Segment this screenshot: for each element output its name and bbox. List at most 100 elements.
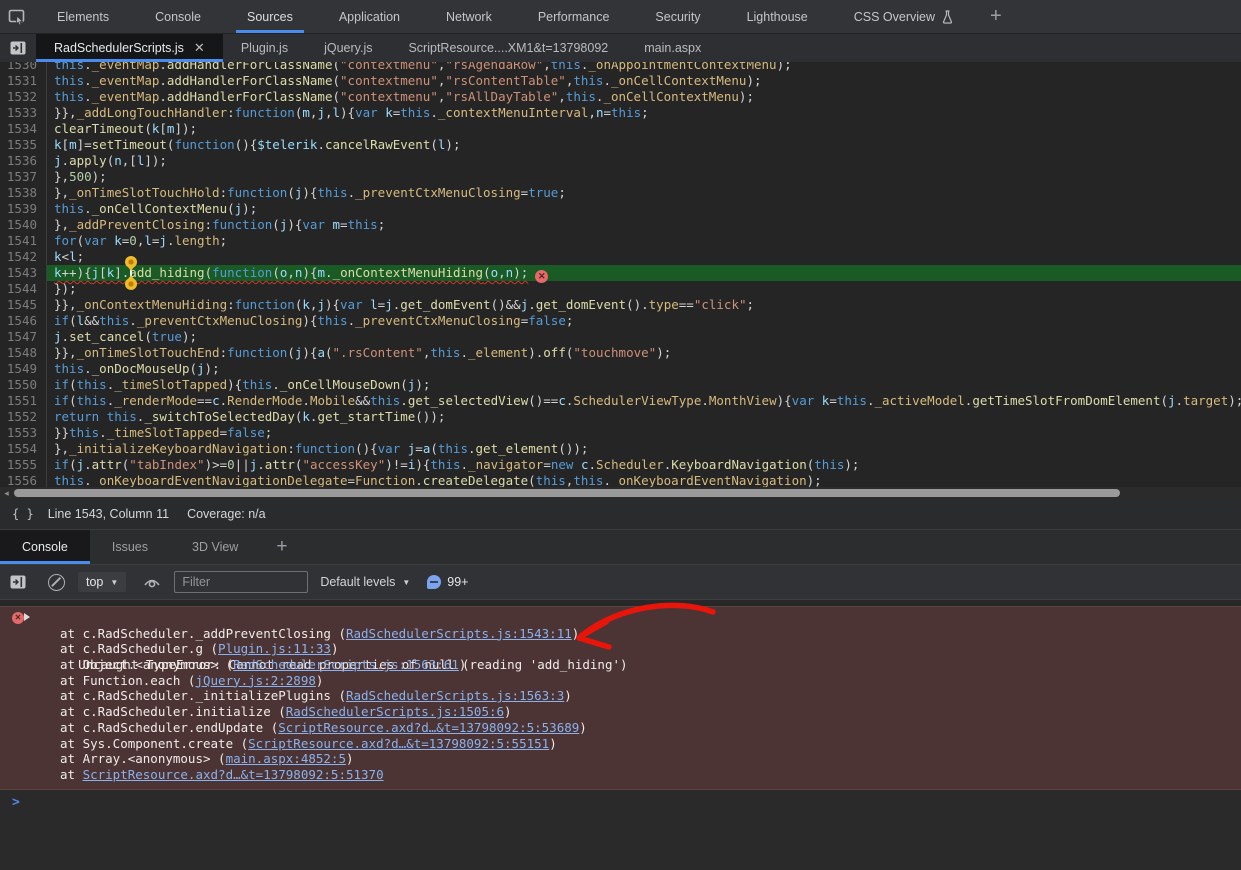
stack-frame-link[interactable]: RadSchedulerScripts.js:1505:6 (286, 704, 504, 719)
line-number[interactable]: 1551 (0, 393, 47, 409)
line-number[interactable]: 1550 (0, 377, 47, 393)
stack-frame-link[interactable]: RadSchedulerScripts.js:1563:61 (233, 657, 459, 672)
horizontal-scrollbar[interactable]: ◂ (0, 487, 1241, 499)
code-line[interactable]: 1538},_onTimeSlotTouchHold:function(j){t… (0, 185, 1241, 201)
main-tab-css-overview[interactable]: CSS Overview (831, 0, 976, 33)
file-tab[interactable]: Plugin.js (223, 34, 306, 62)
line-number[interactable]: 1547 (0, 329, 47, 345)
line-number[interactable]: 1532 (0, 89, 47, 105)
main-tab-application[interactable]: Application (316, 0, 423, 33)
stack-frame-link[interactable]: ScriptResource.axd?d…&t=13798092:5:55151 (248, 736, 549, 751)
error-message-row[interactable]: ✕ Uncaught TypeError: Cannot read proper… (0, 610, 1241, 626)
main-tab-security[interactable]: Security (632, 0, 723, 33)
javascript-context-dropdown[interactable]: top ▼ (78, 572, 126, 592)
code-line[interactable]: 1543k++){j[k].add_hiding(function(o,n){m… (0, 265, 1241, 281)
create-live-expression-icon[interactable] (143, 576, 161, 588)
line-number[interactable]: 1539 (0, 201, 47, 217)
code-line[interactable]: 1550if(this._timeSlotTapped){this._onCel… (0, 377, 1241, 393)
line-number[interactable]: 1530 (0, 62, 47, 73)
navigator-panel-toggle-icon[interactable] (0, 34, 36, 62)
code-line[interactable]: 1555if(j.attr("tabIndex")>=0||j.attr("ac… (0, 457, 1241, 473)
code-line[interactable]: 1537},500); (0, 169, 1241, 185)
line-number[interactable]: 1536 (0, 153, 47, 169)
stack-frame-link[interactable]: Plugin.js:11:33 (218, 641, 331, 656)
code-line[interactable]: 1545}},_onContextMenuHiding:function(k,j… (0, 297, 1241, 313)
more-tabs-button[interactable]: + (976, 5, 1016, 28)
stack-frame-link[interactable]: RadSchedulerScripts.js:1563:3 (346, 688, 564, 703)
pretty-print-icon[interactable]: { } (12, 507, 34, 521)
line-number[interactable]: 1540 (0, 217, 47, 233)
expand-triangle-icon[interactable] (24, 613, 30, 621)
file-tab[interactable]: ScriptResource....XM1&t=13798092 (390, 34, 626, 62)
line-number[interactable]: 1552 (0, 409, 47, 425)
line-number[interactable]: 1544 (0, 281, 47, 297)
code-line[interactable]: 1547j.set_cancel(true); (0, 329, 1241, 345)
main-tab-sources[interactable]: Sources (224, 0, 316, 33)
code-line[interactable]: 1533}},_addLongTouchHandler:function(m,j… (0, 105, 1241, 121)
main-tab-console[interactable]: Console (132, 0, 224, 33)
console-error-entry[interactable]: ✕ Uncaught TypeError: Cannot read proper… (0, 606, 1241, 790)
stack-frame-link[interactable]: RadSchedulerScripts.js:1543:11 (346, 626, 572, 641)
code-line[interactable]: 1532this._eventMap.addHandlerForClassNam… (0, 89, 1241, 105)
log-levels-dropdown[interactable]: Default levels ▼ (320, 575, 410, 589)
stack-frame-link[interactable]: ScriptResource.axd?d…&t=13798092:5:53689 (278, 720, 579, 735)
code-line[interactable]: 1549this._onDocMouseUp(j); (0, 361, 1241, 377)
add-drawer-tab-button[interactable]: + (260, 530, 303, 564)
line-number[interactable]: 1531 (0, 73, 47, 89)
line-number[interactable]: 1541 (0, 233, 47, 249)
main-tab-performance[interactable]: Performance (515, 0, 633, 33)
code-line[interactable]: 1542k<l; (0, 249, 1241, 265)
code-line[interactable]: 1530this._eventMap.addHandlerForClassNam… (0, 62, 1241, 73)
file-tab[interactable]: main.aspx (626, 34, 719, 62)
code-line[interactable]: 1531this._eventMap.addHandlerForClassNam… (0, 73, 1241, 89)
main-tab-lighthouse[interactable]: Lighthouse (724, 0, 831, 33)
drawer-tab-console[interactable]: Console (0, 530, 90, 564)
console-messages[interactable]: ✕ Uncaught TypeError: Cannot read proper… (0, 606, 1241, 870)
line-number[interactable]: 1543 (0, 265, 47, 281)
scroll-left-arrow-icon[interactable]: ◂ (0, 487, 13, 499)
line-number[interactable]: 1549 (0, 361, 47, 377)
issues-counter[interactable]: 99+ (427, 575, 468, 589)
code-line[interactable]: 1556this._onKeyboardEventNavigationDeleg… (0, 473, 1241, 487)
drawer-tab-issues[interactable]: Issues (90, 530, 170, 564)
toggle-device-toolbar-icon[interactable] (0, 9, 34, 25)
line-number[interactable]: 1542 (0, 249, 47, 265)
code-line[interactable]: 1544}); (0, 281, 1241, 297)
code-line[interactable]: 1554},_initializeKeyboardNavigation:func… (0, 441, 1241, 457)
line-number[interactable]: 1533 (0, 105, 47, 121)
line-number[interactable]: 1548 (0, 345, 47, 361)
main-tab-network[interactable]: Network (423, 0, 515, 33)
line-number[interactable]: 1537 (0, 169, 47, 185)
code-line[interactable]: 1552return this._switchToSelectedDay(k.g… (0, 409, 1241, 425)
line-number[interactable]: 1538 (0, 185, 47, 201)
line-number[interactable]: 1556 (0, 473, 47, 487)
console-filter-input[interactable] (174, 571, 308, 593)
line-number[interactable]: 1534 (0, 121, 47, 137)
scrollbar-thumb[interactable] (14, 489, 1120, 497)
clear-console-icon[interactable] (48, 574, 65, 591)
stack-frame-link[interactable]: jQuery.js:2:2898 (195, 673, 315, 688)
line-number[interactable]: 1535 (0, 137, 47, 153)
selection-handle-top[interactable] (125, 256, 137, 268)
main-tab-elements[interactable]: Elements (34, 0, 132, 33)
code-line[interactable]: 1546if(l&&this._preventCtxMenuClosing){t… (0, 313, 1241, 329)
line-number[interactable]: 1545 (0, 297, 47, 313)
line-number[interactable]: 1554 (0, 441, 47, 457)
code-line[interactable]: 1539this._onCellContextMenu(j); (0, 201, 1241, 217)
code-line[interactable]: 1534clearTimeout(k[m]); (0, 121, 1241, 137)
code-line[interactable]: 1553}}this._timeSlotTapped=false; (0, 425, 1241, 441)
line-number[interactable]: 1546 (0, 313, 47, 329)
code-line[interactable]: 1548}},_onTimeSlotTouchEnd:function(j){a… (0, 345, 1241, 361)
close-tab-icon[interactable]: ✕ (194, 40, 205, 56)
code-line[interactable]: 1541for(var k=0,l=j.length; (0, 233, 1241, 249)
stack-frame-link[interactable]: main.aspx:4852:5 (226, 751, 346, 766)
code-line[interactable]: 1535k[m]=setTimeout(function(){$telerik.… (0, 137, 1241, 153)
line-number[interactable]: 1553 (0, 425, 47, 441)
selection-handle-bottom[interactable] (125, 278, 137, 290)
code-line[interactable]: 1551if(this._renderMode==c.RenderMode.Mo… (0, 393, 1241, 409)
console-prompt-row[interactable]: > (0, 794, 1241, 810)
file-tab[interactable]: jQuery.js (306, 34, 390, 62)
file-tab[interactable]: RadSchedulerScripts.js✕ (36, 34, 223, 62)
source-editor[interactable]: 1530this._eventMap.addHandlerForClassNam… (0, 62, 1241, 487)
console-sidebar-toggle-icon[interactable] (10, 575, 26, 589)
